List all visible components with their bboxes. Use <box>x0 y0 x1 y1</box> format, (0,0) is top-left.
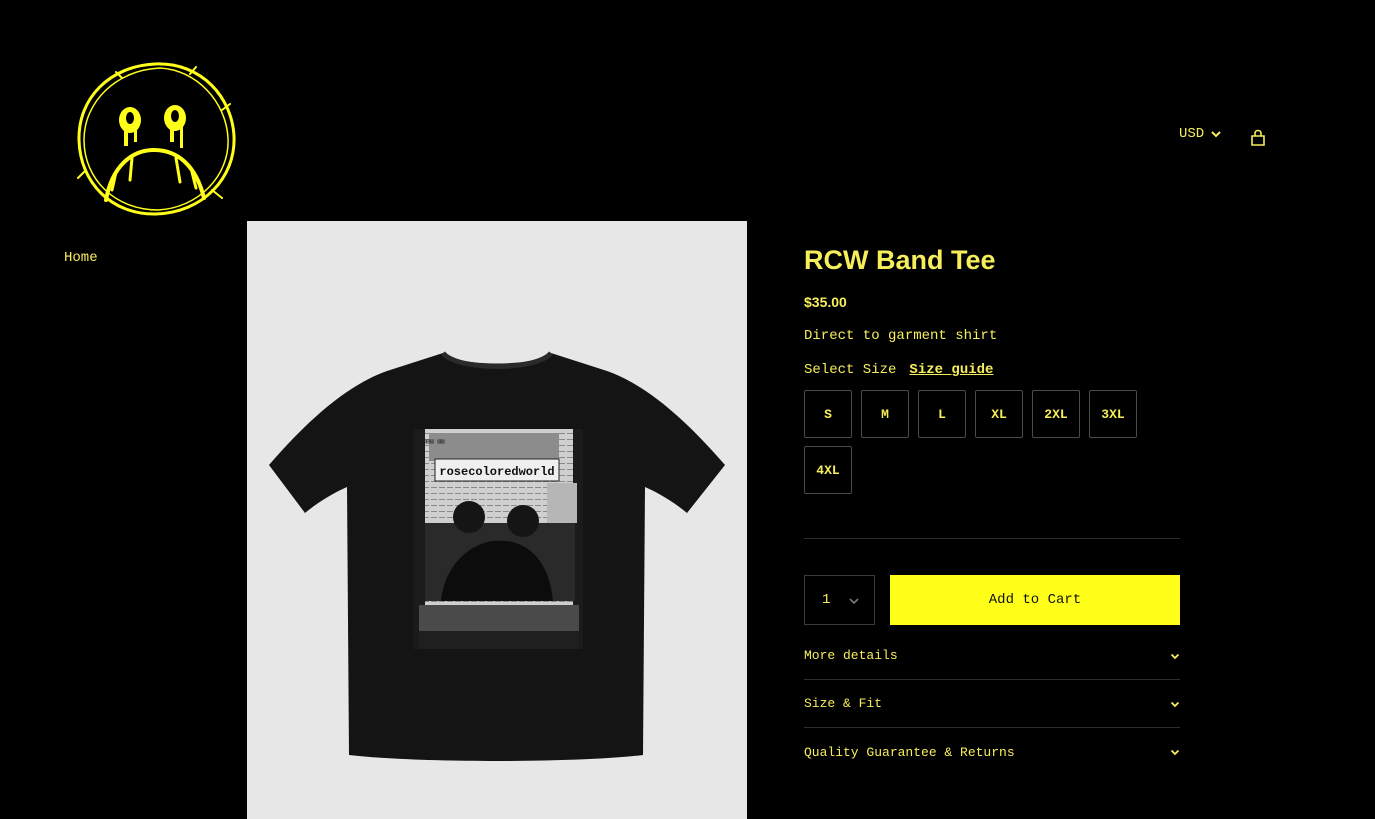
shirt-print-collage: rosecoloredworld ▤▤▤ ▤▤ <box>413 429 583 649</box>
sad-face-logo[interactable] <box>72 58 238 218</box>
size-option-3xl[interactable]: 3XL <box>1089 390 1137 438</box>
quantity-value: 1 <box>822 592 831 608</box>
accordion-size-fit[interactable]: Size & Fit <box>804 680 1180 728</box>
select-size-label: Select Size <box>804 362 897 378</box>
product-title: RCW Band Tee <box>804 245 996 275</box>
size-option-xl[interactable]: XL <box>975 390 1023 438</box>
accordion-more-details[interactable]: More details <box>804 632 1180 680</box>
quantity-select[interactable]: 1 <box>804 575 875 625</box>
size-option-m[interactable]: M <box>861 390 909 438</box>
size-guide-link[interactable]: Size guide <box>909 362 993 378</box>
cart-bag-icon[interactable] <box>1250 129 1266 147</box>
chevron-down-icon <box>1170 653 1180 659</box>
accordion-label: More details <box>804 648 898 663</box>
size-option-s[interactable]: S <box>804 390 852 438</box>
accordion-label: Size & Fit <box>804 696 883 711</box>
svg-text:▤▤▤ ▤▤: ▤▤▤ ▤▤ <box>423 438 445 445</box>
divider <box>804 538 1180 539</box>
product-description: Direct to garment shirt <box>804 328 998 344</box>
size-options: S M L XL 2XL 3XL 4XL <box>804 390 1180 494</box>
size-option-2xl[interactable]: 2XL <box>1032 390 1080 438</box>
chevron-down-icon <box>1170 701 1180 707</box>
chevron-down-icon <box>1170 749 1180 756</box>
accordion-quality-returns[interactable]: Quality Guarantee & Returns <box>804 728 1180 776</box>
add-to-cart-button[interactable]: Add to Cart <box>890 575 1180 625</box>
chevron-down-icon <box>849 598 859 605</box>
product-accordions: More details Size & Fit Quality Guarante… <box>804 632 1180 776</box>
accordion-label: Quality Guarantee & Returns <box>804 744 1015 760</box>
size-option-l[interactable]: L <box>918 390 966 438</box>
nav-home-link[interactable]: Home <box>64 250 98 266</box>
size-option-4xl[interactable]: 4XL <box>804 446 852 494</box>
currency-label: USD <box>1179 126 1205 142</box>
chevron-down-icon <box>1211 131 1221 138</box>
product-price: $35.00 <box>804 294 847 310</box>
product-info: RCW Band Tee $35.00 Direct to garment sh… <box>804 221 1180 776</box>
svg-text:rosecoloredworld: rosecoloredworld <box>439 465 554 479</box>
product-image[interactable]: rosecoloredworld ▤▤▤ ▤▤ <box>247 221 747 819</box>
currency-selector[interactable]: USD <box>1179 126 1222 142</box>
